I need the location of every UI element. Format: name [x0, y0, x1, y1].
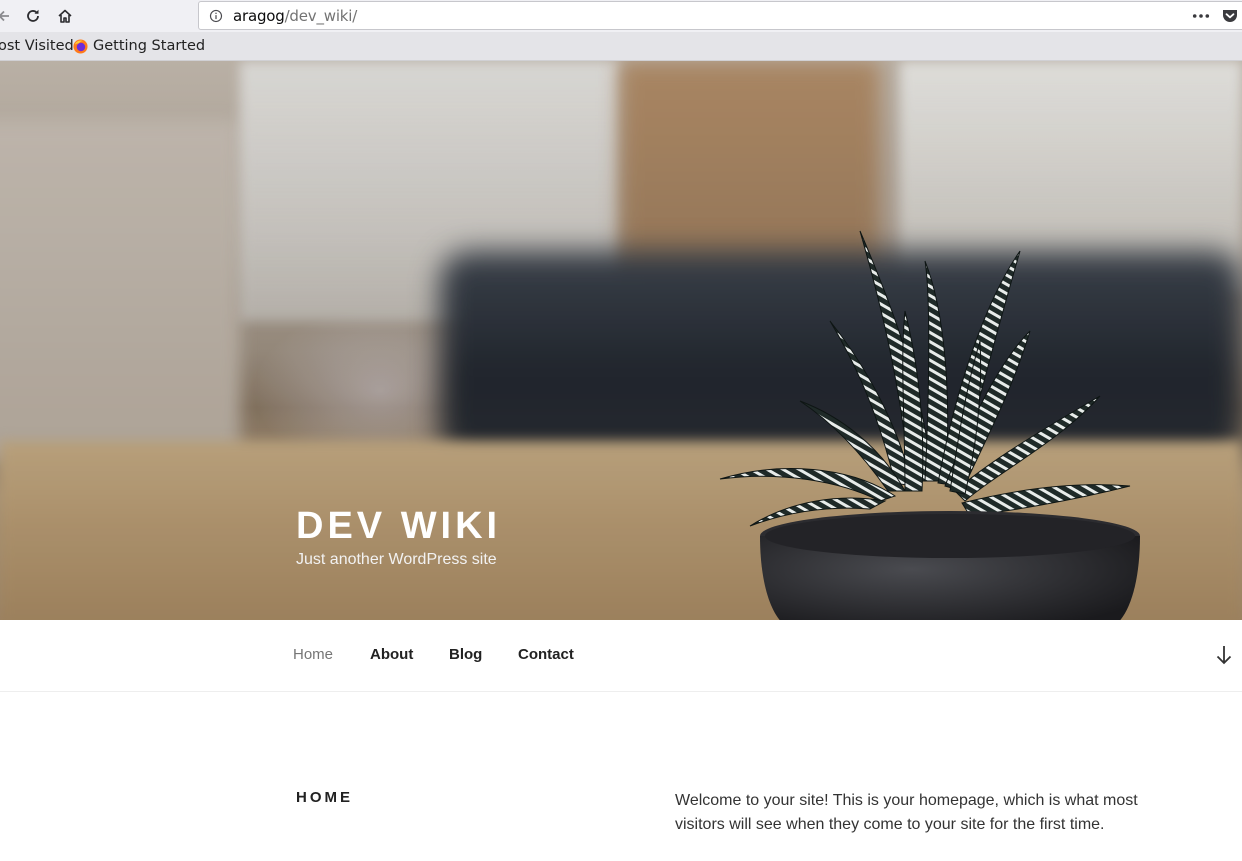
- nav-item-contact[interactable]: Contact: [518, 646, 574, 663]
- browser-toolbar: aragog/dev_wiki/: [0, 0, 1242, 32]
- page-actions-icon[interactable]: [1191, 8, 1211, 24]
- url-path: /dev_wiki/: [284, 6, 358, 25]
- info-icon[interactable]: [208, 8, 224, 24]
- url-text: aragog/dev_wiki/: [233, 7, 357, 25]
- main-navigation: Home About Blog Contact: [0, 620, 1242, 692]
- reload-icon[interactable]: [21, 4, 45, 28]
- url-host: aragog: [233, 6, 285, 25]
- site-tagline: Just another WordPress site: [296, 551, 497, 568]
- page-title: HOME: [296, 789, 353, 806]
- back-arrow-icon[interactable]: [0, 4, 16, 28]
- succulent-plant-illustration: [719, 230, 1140, 620]
- firefox-icon: [73, 39, 88, 54]
- scroll-down-arrow-icon[interactable]: [1215, 644, 1233, 666]
- header-image: DEV WIKI Just another WordPress site: [0, 61, 1242, 620]
- nav-item-blog[interactable]: Blog: [449, 646, 482, 663]
- bookmark-most-visited[interactable]: ost Visited: [0, 38, 74, 54]
- nav-item-home[interactable]: Home: [293, 646, 333, 663]
- bookmark-getting-started[interactable]: Getting Started: [93, 38, 205, 54]
- site-title[interactable]: DEV WIKI: [296, 505, 501, 548]
- url-bar[interactable]: aragog/dev_wiki/: [198, 1, 1242, 30]
- pocket-icon[interactable]: [1221, 7, 1239, 25]
- nav-item-about[interactable]: About: [370, 646, 413, 663]
- page-intro-text: Welcome to your site! This is your homep…: [675, 792, 1138, 833]
- bookmarks-toolbar: ost Visited Getting Started: [0, 32, 1242, 61]
- home-icon[interactable]: [53, 4, 77, 28]
